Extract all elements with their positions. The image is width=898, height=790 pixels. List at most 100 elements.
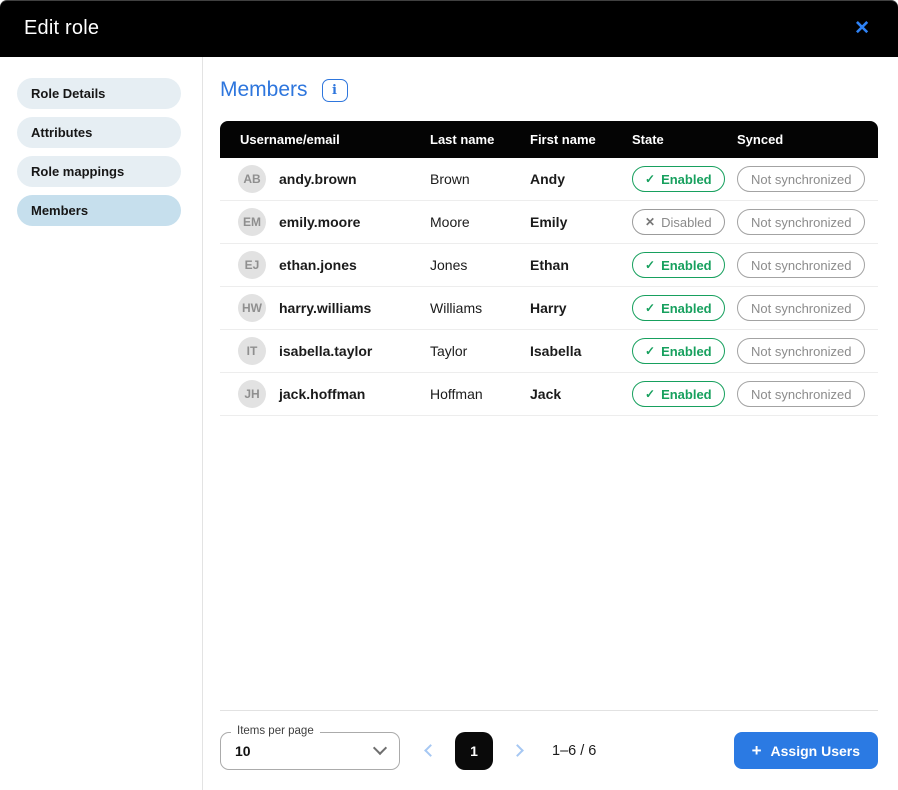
first-name: Andy bbox=[530, 171, 632, 187]
current-page-button[interactable]: 1 bbox=[455, 732, 493, 770]
state-label: Disabled bbox=[661, 215, 712, 230]
sidebar: Role Details Attributes Role mappings Me… bbox=[0, 57, 203, 790]
chevron-left-icon bbox=[424, 744, 437, 757]
first-name: Isabella bbox=[530, 343, 632, 359]
avatar: EJ bbox=[238, 251, 266, 279]
state-label: Enabled bbox=[661, 172, 712, 187]
last-name: Williams bbox=[430, 300, 530, 316]
avatar: JH bbox=[238, 380, 266, 408]
synced-badge: Not synchronized bbox=[737, 209, 865, 235]
user-cell: EM emily.moore bbox=[220, 208, 430, 236]
check-icon: ✓ bbox=[645, 387, 655, 401]
check-icon: ✓ bbox=[645, 258, 655, 272]
state-badge: ✓ Enabled bbox=[632, 338, 725, 364]
info-icon[interactable]: i bbox=[322, 79, 348, 102]
tab-role-mappings[interactable]: Role mappings bbox=[17, 156, 181, 187]
username: emily.moore bbox=[279, 214, 360, 230]
tab-label: Attributes bbox=[31, 125, 92, 140]
page-title: Members bbox=[220, 78, 308, 102]
table-empty-space bbox=[220, 416, 878, 710]
table-row[interactable]: AB andy.brown Brown Andy ✓ Enabled Not sy… bbox=[220, 158, 878, 201]
pagination: 1 1–6 / 6 bbox=[416, 732, 596, 770]
synced-badge: Not synchronized bbox=[737, 295, 865, 321]
tab-attributes[interactable]: Attributes bbox=[17, 117, 181, 148]
synced-badge: Not synchronized bbox=[737, 252, 865, 278]
close-icon[interactable]: ✕ bbox=[850, 15, 874, 42]
column-header-synced: Synced bbox=[737, 132, 878, 147]
items-per-page-label: Items per page bbox=[231, 725, 320, 737]
user-cell: JH jack.hoffman bbox=[220, 380, 430, 408]
first-name: Ethan bbox=[530, 257, 632, 273]
assign-users-label: Assign Users bbox=[771, 743, 860, 759]
avatar: EM bbox=[238, 208, 266, 236]
username: jack.hoffman bbox=[279, 386, 365, 402]
panel-heading-row: Members i bbox=[220, 78, 878, 102]
state-badge: ✓ Enabled bbox=[632, 295, 725, 321]
column-header-lastname: Last name bbox=[430, 132, 530, 147]
state-label: Enabled bbox=[661, 301, 712, 316]
column-header-username: Username/email bbox=[220, 132, 430, 147]
user-cell: EJ ethan.jones bbox=[220, 251, 430, 279]
plus-icon: + bbox=[752, 742, 762, 759]
first-name: Emily bbox=[530, 214, 632, 230]
column-header-state: State bbox=[632, 132, 737, 147]
table-header: Username/email Last name First name Stat… bbox=[220, 121, 878, 158]
chevron-down-icon bbox=[373, 741, 387, 755]
last-name: Moore bbox=[430, 214, 530, 230]
state-badge: ✕ Disabled bbox=[632, 209, 725, 235]
tab-members[interactable]: Members bbox=[17, 195, 181, 226]
edit-role-modal: Edit role ✕ Role Details Attributes Role… bbox=[0, 0, 898, 790]
tab-role-details[interactable]: Role Details bbox=[17, 78, 181, 109]
synced-badge: Not synchronized bbox=[737, 381, 865, 407]
last-name: Taylor bbox=[430, 343, 530, 359]
user-cell: AB andy.brown bbox=[220, 165, 430, 193]
table-row[interactable]: JH jack.hoffman Hoffman Jack ✓ Enabled No… bbox=[220, 373, 878, 416]
username: ethan.jones bbox=[279, 257, 357, 273]
table-row[interactable]: EM emily.moore Moore Emily ✕ Disabled Not… bbox=[220, 201, 878, 244]
username: andy.brown bbox=[279, 171, 357, 187]
modal-header: Edit role ✕ bbox=[0, 0, 898, 57]
avatar: AB bbox=[238, 165, 266, 193]
user-cell: IT isabella.taylor bbox=[220, 337, 430, 365]
tab-label: Role mappings bbox=[31, 164, 124, 179]
previous-page-button[interactable] bbox=[416, 740, 445, 761]
modal-title: Edit role bbox=[24, 17, 99, 40]
avatar: HW bbox=[238, 294, 266, 322]
synced-badge: Not synchronized bbox=[737, 338, 865, 364]
modal-body: Role Details Attributes Role mappings Me… bbox=[0, 57, 898, 790]
x-icon: ✕ bbox=[645, 215, 655, 229]
synced-badge: Not synchronized bbox=[737, 166, 865, 192]
assign-users-button[interactable]: + Assign Users bbox=[734, 732, 878, 769]
column-header-firstname: First name bbox=[530, 132, 632, 147]
last-name: Jones bbox=[430, 257, 530, 273]
first-name: Harry bbox=[530, 300, 632, 316]
username: harry.williams bbox=[279, 300, 371, 316]
members-panel: Members i Username/email Last name First… bbox=[203, 57, 898, 790]
state-badge: ✓ Enabled bbox=[632, 252, 725, 278]
table-row[interactable]: HW harry.williams Williams Harry ✓ Enable… bbox=[220, 287, 878, 330]
avatar: IT bbox=[238, 337, 266, 365]
next-page-button[interactable] bbox=[503, 740, 532, 761]
state-badge: ✓ Enabled bbox=[632, 166, 725, 192]
last-name: Hoffman bbox=[430, 386, 530, 402]
chevron-right-icon bbox=[511, 744, 524, 757]
tab-label: Role Details bbox=[31, 86, 105, 101]
state-label: Enabled bbox=[661, 258, 712, 273]
check-icon: ✓ bbox=[645, 172, 655, 186]
items-per-page-value: 10 bbox=[235, 743, 251, 759]
state-label: Enabled bbox=[661, 344, 712, 359]
check-icon: ✓ bbox=[645, 344, 655, 358]
tab-label: Members bbox=[31, 203, 88, 218]
user-cell: HW harry.williams bbox=[220, 294, 430, 322]
state-badge: ✓ Enabled bbox=[632, 381, 725, 407]
state-label: Enabled bbox=[661, 387, 712, 402]
table-row[interactable]: IT isabella.taylor Taylor Isabella ✓ Enab… bbox=[220, 330, 878, 373]
check-icon: ✓ bbox=[645, 301, 655, 315]
first-name: Jack bbox=[530, 386, 632, 402]
table-row[interactable]: EJ ethan.jones Jones Ethan ✓ Enabled Not … bbox=[220, 244, 878, 287]
pagination-range: 1–6 / 6 bbox=[552, 743, 596, 759]
last-name: Brown bbox=[430, 171, 530, 187]
username: isabella.taylor bbox=[279, 343, 372, 359]
table-footer: Items per page 10 1 1–6 / 6 + Assign Use… bbox=[220, 710, 878, 790]
items-per-page-select[interactable]: Items per page 10 bbox=[220, 732, 400, 770]
